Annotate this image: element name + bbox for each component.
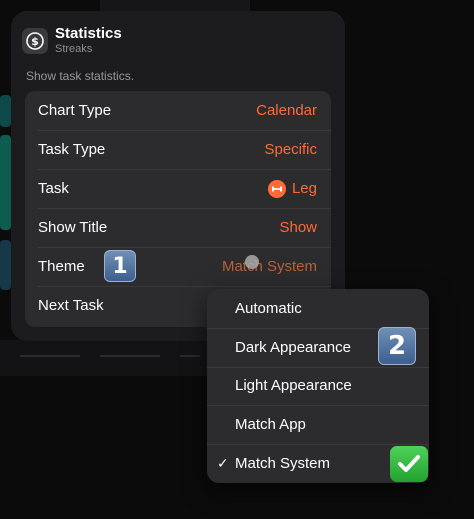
menu-item-label: Light Appearance: [235, 377, 352, 395]
setting-label: Chart Type: [38, 102, 112, 119]
setting-label: Show Title: [38, 219, 108, 236]
streaks-dollar-icon: $: [22, 28, 48, 54]
setting-value: Match System: [221, 258, 317, 275]
setting-label: Theme: [38, 258, 85, 275]
background-divider: [180, 355, 200, 357]
menu-item-label: Match App: [235, 416, 306, 434]
widget-title: Statistics: [55, 25, 122, 42]
setting-value: Specific: [264, 141, 317, 158]
menu-item-label: Dark Appearance: [235, 338, 351, 356]
dumbbell-icon: [267, 179, 286, 198]
setting-theme[interactable]: Theme Match System: [25, 247, 331, 286]
setting-task[interactable]: Task Leg: [25, 169, 331, 208]
menu-item-match-app[interactable]: Match App: [207, 405, 429, 444]
green-checkmark-icon: [390, 446, 428, 482]
widget-description: Show task statistics.: [26, 69, 135, 83]
setting-label: Task Type: [38, 141, 106, 158]
setting-value: Show: [279, 219, 317, 236]
setting-label: Task: [38, 180, 69, 197]
background-app-tile: [0, 135, 11, 230]
step-1-badge: 1: [104, 250, 136, 282]
background-app-tile: [0, 95, 11, 127]
menu-item-light-appearance[interactable]: Light Appearance: [207, 366, 429, 406]
background-divider: [100, 355, 160, 357]
touch-indicator: [245, 255, 259, 269]
menu-item-label: Match System: [235, 455, 331, 473]
menu-item-automatic[interactable]: Automatic: [207, 289, 429, 328]
task-name: Leg: [291, 180, 317, 197]
background-app-tile: [0, 240, 11, 290]
checkmark-icon: ✓: [217, 455, 229, 472]
setting-chart-type[interactable]: Chart Type Calendar: [25, 91, 331, 130]
background-divider: [20, 355, 80, 357]
widget-subtitle: Streaks: [55, 43, 93, 55]
menu-item-label: Automatic: [235, 299, 302, 317]
svg-text:$: $: [31, 35, 39, 48]
step-2-badge: 2: [378, 327, 416, 365]
setting-value-task: Leg: [267, 179, 317, 198]
setting-task-type[interactable]: Task Type Specific: [25, 130, 331, 169]
setting-label: Next Task: [38, 297, 104, 314]
setting-value: Calendar: [256, 102, 317, 119]
setting-show-title[interactable]: Show Title Show: [25, 208, 331, 247]
